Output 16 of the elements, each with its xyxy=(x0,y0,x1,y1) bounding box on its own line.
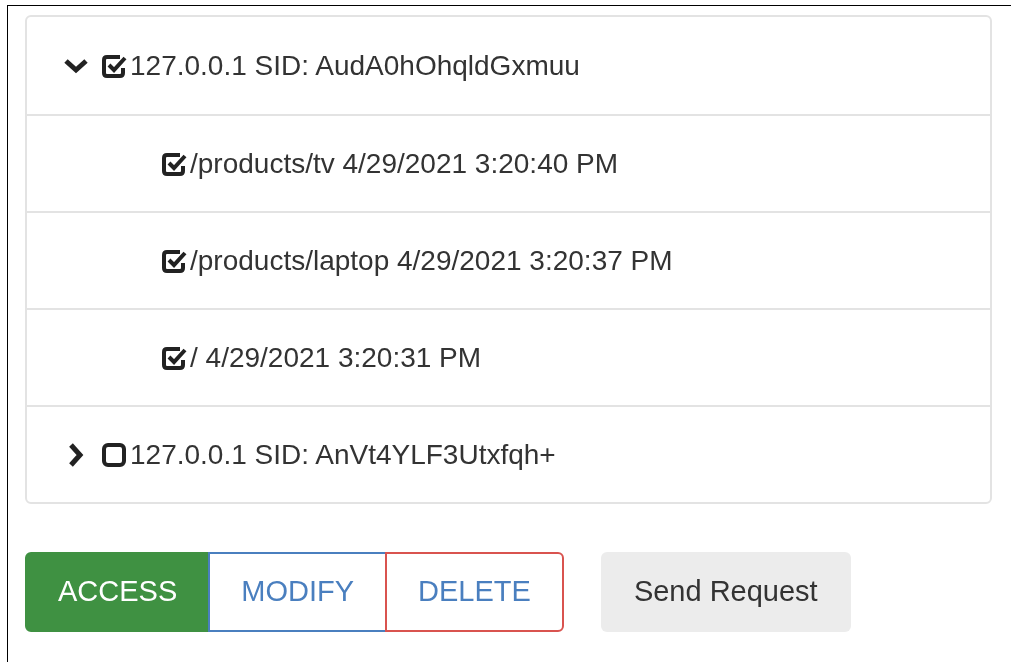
tree-item-label[interactable]: /products/tv 4/29/2021 3:20:40 PM xyxy=(190,142,619,185)
mode-button[interactable]: DELETE xyxy=(385,552,564,632)
mode-button[interactable]: MODIFY xyxy=(208,552,388,632)
tree-item-label[interactable]: /products/laptop 4/29/2021 3:20:37 PM xyxy=(190,239,673,282)
tree-item-label[interactable]: 127.0.0.1 SID: AudA0hOhqldGxmuu xyxy=(130,44,580,87)
checkbox-icon[interactable] xyxy=(101,441,127,468)
checkbox-checked-icon[interactable] xyxy=(101,52,127,79)
send-request-button[interactable]: Send Request xyxy=(600,552,851,632)
chevron-down-icon[interactable] xyxy=(63,56,89,75)
mode-button[interactable]: ACCESS xyxy=(25,552,211,632)
checkbox-checked-icon[interactable] xyxy=(161,344,187,371)
chevron-right-icon[interactable] xyxy=(67,441,85,468)
checkbox-checked-icon[interactable] xyxy=(161,150,187,177)
checkbox-checked-icon[interactable] xyxy=(161,247,187,274)
tree-item-label[interactable]: 127.0.0.1 SID: AnVt4YLF3Utxfqh+ xyxy=(130,433,556,476)
tree-item-label[interactable]: / 4/29/2021 3:20:31 PM xyxy=(190,336,482,379)
